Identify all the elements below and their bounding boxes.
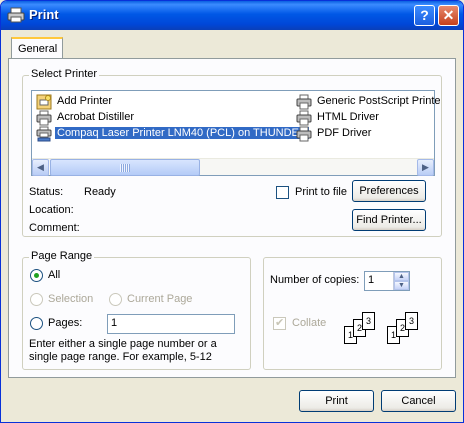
select-printer-legend: Select Printer bbox=[29, 68, 100, 80]
spin-up-icon[interactable]: ▲ bbox=[394, 272, 409, 281]
pages-label[interactable]: Pages: bbox=[48, 317, 82, 329]
page-icon: 3 bbox=[405, 312, 418, 330]
add-printer-icon bbox=[36, 94, 52, 110]
printer-label: HTML Driver bbox=[317, 111, 379, 123]
pages-input[interactable]: 1 bbox=[107, 314, 235, 334]
page-range-hint: Enter either a single page number or a s… bbox=[29, 338, 217, 363]
copies-group: Number of copies: 1 ▲ ▼ ✔ Collate 1 2 3 … bbox=[263, 257, 442, 370]
printer-label: Generic PostScript Printe bbox=[317, 95, 441, 107]
current-page-radio[interactable] bbox=[109, 293, 122, 306]
preferences-button[interactable]: Preferences bbox=[352, 180, 426, 202]
window-title: Print bbox=[29, 7, 59, 22]
copies-spinner[interactable]: ▲ ▼ bbox=[393, 272, 409, 290]
print-to-file-label[interactable]: Print to file bbox=[295, 186, 347, 198]
copies-input-value: 1 bbox=[368, 274, 375, 286]
status-label: Status: bbox=[29, 186, 64, 198]
help-button[interactable]: ? bbox=[414, 5, 435, 26]
printer-list[interactable]: Add Printer Acrobat Distiller Compaq Las… bbox=[31, 90, 441, 176]
copies-label: Number of copies: bbox=[270, 274, 360, 286]
title-bar[interactable]: Print ? ✕ bbox=[1, 1, 463, 30]
all-radio[interactable] bbox=[30, 269, 43, 282]
pages-radio[interactable] bbox=[30, 317, 43, 330]
network-printer-icon bbox=[36, 126, 52, 142]
collate-pages-icon: 1 2 3 bbox=[387, 310, 451, 346]
page-icon: 3 bbox=[362, 312, 375, 330]
current-page-label[interactable]: Current Page bbox=[127, 293, 192, 305]
tab-general-label: General bbox=[18, 43, 58, 55]
find-printer-button[interactable]: Find Printer... bbox=[352, 209, 426, 231]
all-label[interactable]: All bbox=[48, 269, 60, 281]
printer-label: PDF Driver bbox=[317, 127, 372, 139]
selection-radio[interactable] bbox=[30, 293, 43, 306]
printer-icon bbox=[36, 110, 52, 126]
collate-label[interactable]: Collate bbox=[292, 317, 326, 329]
printer-icon bbox=[296, 110, 312, 126]
printer-icon bbox=[296, 94, 312, 110]
printer-icon bbox=[7, 7, 25, 23]
printer-label: Compaq Laser Printer LNM40 (PCL) on THUN… bbox=[55, 127, 309, 139]
print-dialog: Print ? ✕ General Select Printer Add Pri… bbox=[0, 0, 464, 423]
selection-label[interactable]: Selection bbox=[48, 293, 93, 305]
printer-icon bbox=[296, 126, 312, 142]
radio-dot bbox=[34, 273, 39, 278]
scroll-thumb[interactable] bbox=[50, 159, 200, 176]
status-value: Ready bbox=[84, 186, 116, 198]
cancel-button[interactable]: Cancel bbox=[381, 390, 456, 412]
comment-label: Comment: bbox=[29, 222, 80, 234]
tab-general[interactable]: General bbox=[11, 37, 63, 59]
horizontal-scrollbar[interactable]: ◀ ▶ bbox=[32, 158, 434, 176]
printer-label: Acrobat Distiller bbox=[57, 111, 135, 123]
spin-down-icon[interactable]: ▼ bbox=[394, 281, 409, 290]
page-range-group: Page Range All Selection Current Page Pa… bbox=[22, 250, 251, 370]
location-label: Location: bbox=[29, 204, 74, 216]
printer-label: Add Printer bbox=[57, 95, 113, 107]
scroll-left-button[interactable]: ◀ bbox=[32, 159, 49, 176]
close-button[interactable]: ✕ bbox=[438, 5, 459, 26]
collate-checkbox[interactable]: ✔ bbox=[273, 317, 286, 330]
grip-icon bbox=[120, 164, 130, 172]
print-button[interactable]: Print bbox=[299, 390, 374, 412]
print-to-file-checkbox[interactable] bbox=[276, 186, 289, 199]
select-printer-group: Select Printer Add Printer Acrobat Disti… bbox=[22, 68, 442, 237]
checkmark-icon: ✔ bbox=[275, 317, 285, 329]
general-tab-panel: Select Printer Add Printer Acrobat Disti… bbox=[8, 58, 456, 378]
page-range-legend: Page Range bbox=[29, 250, 95, 262]
pages-input-value: 1 bbox=[111, 317, 118, 329]
scroll-right-button[interactable]: ▶ bbox=[417, 159, 434, 176]
